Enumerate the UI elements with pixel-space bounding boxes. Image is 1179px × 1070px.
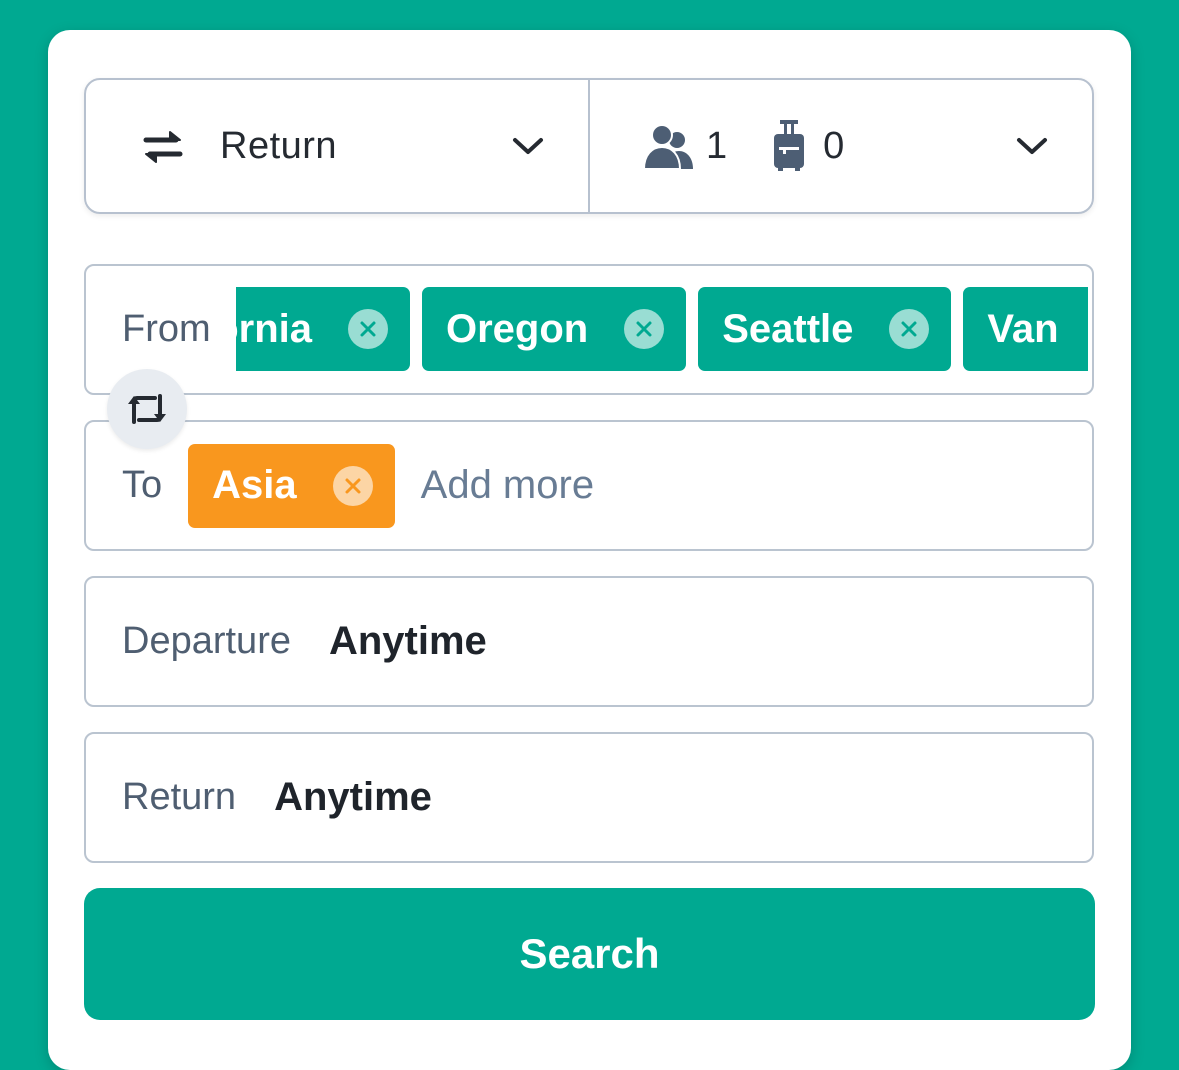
from-chip-oregon[interactable]: Oregon [422,287,687,371]
from-chip-california[interactable]: California [236,287,410,371]
luggage-icon [774,120,805,171]
from-chip-seattle[interactable]: Seattle [698,287,952,371]
swap-arrows-icon [143,131,183,163]
trip-type-select[interactable]: Return [86,80,588,212]
return-label: Return [122,776,237,818]
to-field[interactable]: To Asia Add more [84,420,1094,551]
people-icon [644,124,693,169]
from-chips-scroller[interactable]: California Oregon Seattle [236,266,1088,393]
swap-direction-button[interactable] [107,369,187,449]
passengers-bags-select[interactable]: 1 0 [588,80,1092,212]
from-field[interactable]: From California Oregon Seattle [84,264,1094,395]
passenger-count: 1 [706,124,728,167]
close-circle-icon[interactable] [332,465,373,506]
chip-label: California [236,306,312,351]
chevron-down-icon [513,138,543,154]
search-form-card: Return 1 0 From rnia Oregon Seattle Van … [48,30,1131,1070]
to-chip-asia[interactable]: Asia [188,443,395,528]
add-more-input[interactable]: Add more [421,463,594,508]
from-chip-vancouver[interactable]: Van [963,287,1088,371]
chip-label: Van [987,306,1059,351]
close-circle-icon[interactable] [348,309,388,349]
departure-field[interactable]: Departure Anytime [84,576,1094,707]
trip-type-label: Return [220,124,338,167]
from-label: From [122,308,211,350]
search-button[interactable]: Search [84,888,1095,1020]
chip-label: Oregon [446,306,589,351]
trip-options-row: Return 1 0 [84,78,1094,214]
chip-label: Seattle [722,306,854,351]
bag-count: 0 [823,124,845,167]
chevron-down-icon [1017,138,1047,154]
departure-label: Departure [122,620,291,662]
swap-direction-icon [128,394,166,424]
close-circle-icon[interactable] [624,309,665,349]
chip-label: Asia [212,463,297,507]
return-value: Anytime [274,775,432,819]
departure-value: Anytime [328,619,487,663]
close-circle-icon[interactable] [889,309,930,349]
to-label: To [122,464,163,506]
return-field[interactable]: Return Anytime [84,732,1094,863]
